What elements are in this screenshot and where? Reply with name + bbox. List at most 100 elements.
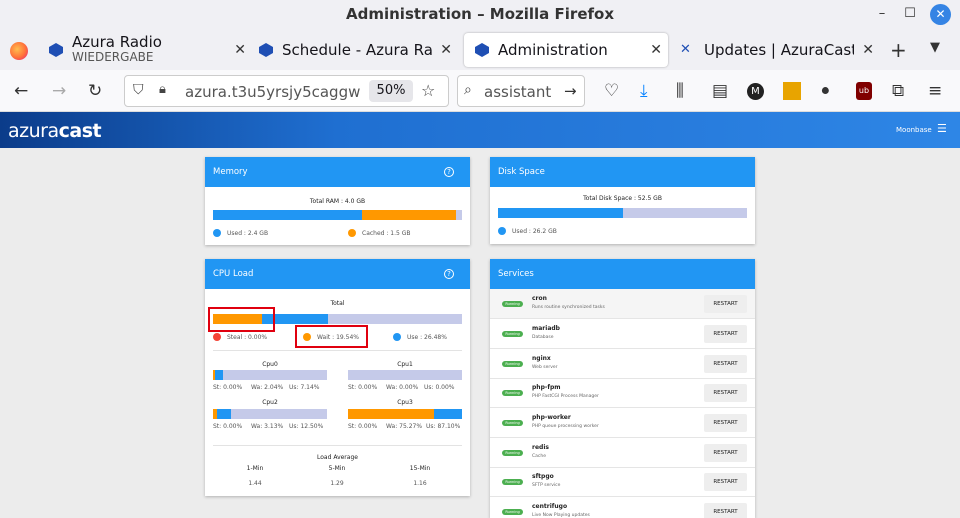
restart-button[interactable]: RESTART [704, 384, 747, 402]
extensions-puzzle-icon[interactable]: ⧉ [892, 82, 904, 100]
disk-used-legend: Used : 26.2 GB [498, 227, 557, 235]
extension-runner-icon[interactable] [783, 82, 801, 100]
cpu-total-label: Total [330, 300, 345, 307]
back-arrow-icon[interactable]: ← [14, 82, 28, 100]
services-card: Services Running cron Runs routine synch… [490, 259, 755, 518]
bookmark-star-icon[interactable]: ☆ [421, 81, 435, 100]
new-tab-icon[interactable]: + [890, 38, 907, 62]
url-bar[interactable]: ⛉ 🔒︎ azura.t3u5yrsjy5caggw 50% ☆ [124, 75, 449, 107]
downloads-icon[interactable]: ⤓ [640, 82, 648, 100]
cpu-title: CPU Load [213, 269, 254, 279]
azuracast-logo[interactable]: azuracast [8, 120, 102, 142]
tab-administration[interactable]: Administration ✕ [464, 33, 668, 67]
memory-card-header: Memory ? [205, 157, 470, 187]
ublock-origin-icon[interactable]: ub [856, 82, 872, 100]
cpu0-wa: Wa: 2.04% [251, 384, 284, 391]
tab-updates[interactable]: ✕ Updates | AzuraCast ✕ [680, 33, 880, 67]
service-name: mariadb [532, 325, 560, 332]
service-desc: PHP FastCGI Process Manager [532, 394, 599, 399]
cpu1-us: Us: 0.00% [424, 384, 455, 391]
minimize-icon[interactable]: – [872, 4, 892, 24]
cpu0-name: Cpu0 [262, 361, 278, 368]
help-question-icon[interactable]: ? [444, 167, 454, 177]
cpu-steal-label: Steal : 0.00% [227, 333, 268, 341]
pocket-icon[interactable]: ♡ [604, 82, 619, 100]
cpu3-name: Cpu3 [397, 399, 413, 406]
library-icon[interactable]: ⫼ [676, 82, 684, 100]
restart-button[interactable]: RESTART [704, 473, 747, 491]
header-menu-icon[interactable]: ☰ [937, 122, 947, 135]
highlight-box-wait-label [295, 325, 368, 348]
forward-arrow-icon[interactable]: → [52, 82, 66, 100]
restart-button[interactable]: RESTART [704, 295, 747, 313]
azuracast-header: azuracast Moonbase ☰ [0, 112, 960, 148]
search-bar[interactable]: ⌕ assistant → [457, 75, 585, 107]
service-name: php-worker [532, 414, 571, 421]
cpu2-st: St: 0.00% [213, 423, 243, 430]
cpu1-st: St: 0.00% [348, 384, 378, 391]
extension-dots-icon[interactable]: ⚫ [819, 82, 832, 100]
lock-icon[interactable]: 🔒︎ [159, 82, 166, 97]
legend-dot-icon [213, 333, 221, 341]
memory-used-label: Used : 2.4 GB [227, 229, 269, 237]
url-text[interactable]: azura.t3u5yrsjy5caggw [185, 83, 365, 101]
load-1min-value: 1.44 [248, 480, 262, 487]
legend-dot-icon [348, 229, 356, 237]
firefox-logo-icon[interactable] [10, 42, 28, 60]
running-badge: Running [502, 420, 523, 426]
cpu-use-legend: Use : 26.48% [393, 333, 447, 341]
cpu2-wa: Wa: 3.13% [251, 423, 284, 430]
zoom-level-button[interactable]: 50% [369, 80, 413, 102]
service-name: sftpgo [532, 473, 554, 480]
extension-m-icon[interactable]: M [747, 83, 764, 100]
close-tab-icon[interactable]: ✕ [234, 42, 246, 58]
service-desc: Database [532, 335, 554, 340]
help-question-icon[interactable]: ? [444, 269, 454, 279]
cpu2-us: Us: 12.50% [289, 423, 324, 430]
updates-favicon-icon: ✕ [680, 42, 691, 57]
running-badge: Running [502, 361, 523, 367]
close-window-icon[interactable]: ✕ [930, 4, 951, 25]
load-5min-value: 1.29 [330, 480, 344, 487]
service-row-php-fpm: Running php-fpm PHP FastCGI Process Mana… [490, 378, 755, 408]
close-tab-icon[interactable]: ✕ [440, 42, 452, 58]
legend-dot-icon [213, 229, 221, 237]
restart-button[interactable]: RESTART [704, 325, 747, 343]
memory-used-segment [213, 210, 363, 220]
restart-button[interactable]: RESTART [704, 355, 747, 373]
cpu0-bar [213, 370, 327, 380]
restart-button[interactable]: RESTART [704, 414, 747, 432]
cpu3-wait-segment [348, 409, 434, 419]
cpu0-use-segment [215, 370, 224, 380]
search-go-arrow-icon[interactable]: → [564, 82, 577, 100]
restart-button[interactable]: RESTART [704, 444, 747, 462]
memory-cached-legend: Cached : 1.5 GB [348, 229, 411, 237]
service-row-sftpgo: Running sftpgo SFTP service RESTART [490, 467, 755, 497]
load-average-title: Load Average [317, 454, 358, 461]
reload-icon[interactable]: ↻ [88, 82, 102, 100]
restart-button[interactable]: RESTART [704, 503, 747, 518]
tab-label: Administration [498, 41, 608, 59]
hamburger-menu-icon[interactable]: ≡ [928, 82, 942, 100]
tab-sublabel: WIEDERGABE [72, 50, 154, 64]
cpu1-wa: Wa: 0.00% [386, 384, 419, 391]
logo-bold-text: cast [58, 120, 102, 142]
legend-dot-icon [393, 333, 401, 341]
close-tab-icon[interactable]: ✕ [650, 42, 662, 58]
maximize-icon[interactable]: ☐ [900, 4, 920, 24]
service-row-cron: Running cron Runs routine synchronized t… [490, 289, 755, 319]
close-tab-icon[interactable]: ✕ [862, 42, 874, 58]
service-row-nginx: Running nginx Web server RESTART [490, 349, 755, 379]
cpu0-st: St: 0.00% [213, 384, 243, 391]
station-name[interactable]: Moonbase [896, 126, 932, 134]
search-input[interactable]: assistant [484, 83, 560, 101]
tracking-shield-icon[interactable]: ⛉ [133, 82, 144, 98]
tab-schedule[interactable]: Schedule - Azura Rad ✕ [258, 33, 458, 67]
service-desc: Web server [532, 365, 558, 370]
list-tabs-chevron-icon[interactable]: ▼ [930, 40, 940, 55]
tab-bar: Azura Radio WIEDERGABE ✕ Schedule - Azur… [0, 30, 960, 70]
disk-used-segment [498, 208, 623, 218]
window-titlebar: Administration – Mozilla Firefox – ☐ ✕ [0, 0, 960, 30]
sidebar-reader-icon[interactable]: ▤ [712, 82, 728, 100]
tab-azura-radio[interactable]: Azura Radio WIEDERGABE ✕ [48, 33, 252, 67]
